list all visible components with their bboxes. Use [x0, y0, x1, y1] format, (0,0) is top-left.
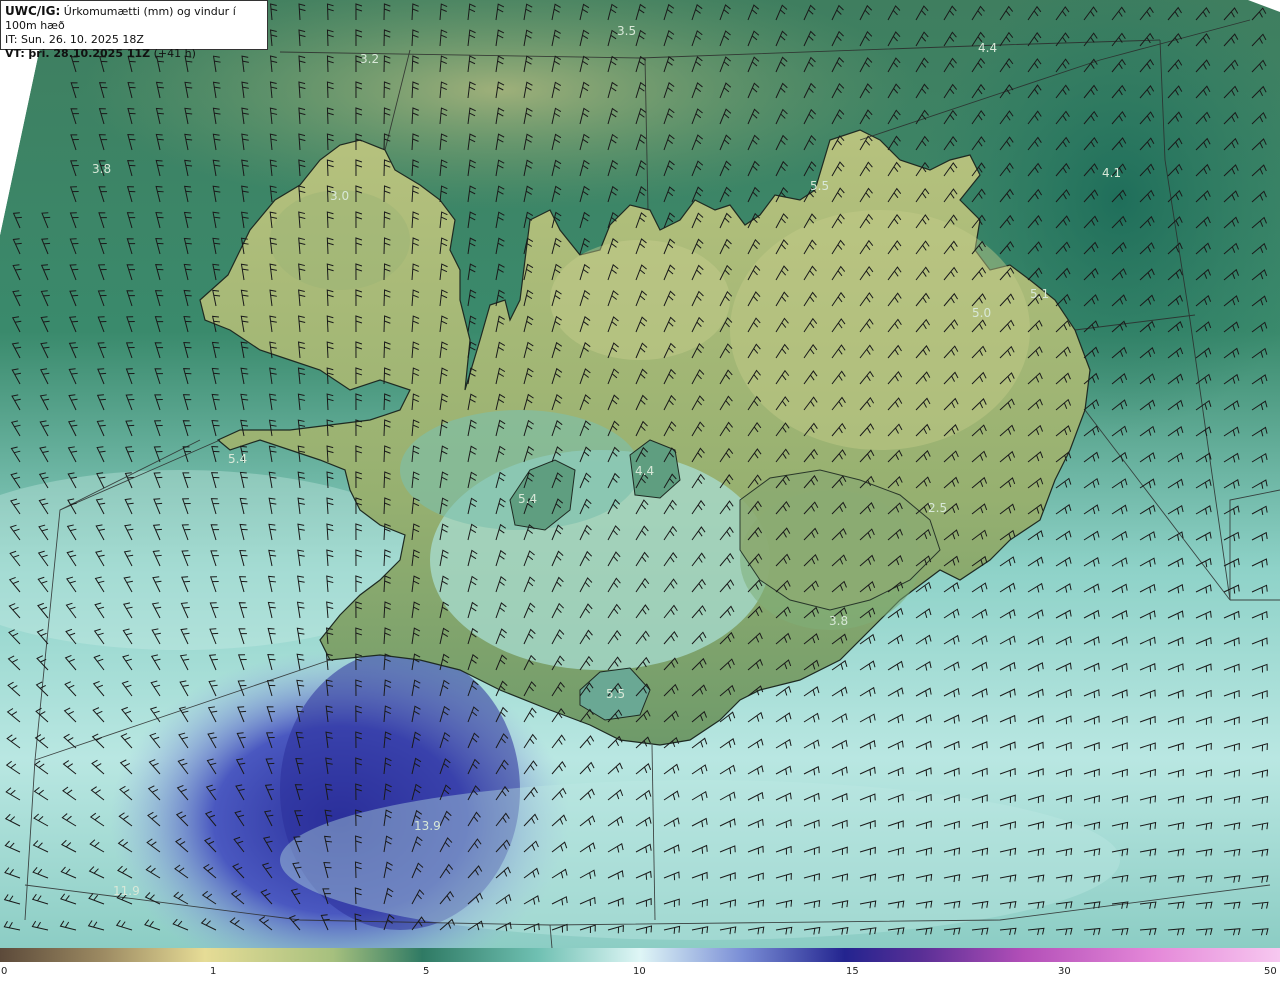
map-label: 3.5 — [617, 24, 636, 38]
colorbar-tick-label: 30 — [1058, 966, 1071, 977]
colorbar-tick-label: 50 — [1264, 966, 1277, 977]
map-label: 4.4 — [978, 41, 997, 55]
valid-time: VT: þri. 28.10.2025 11Z (+41 h) — [5, 47, 196, 60]
initial-time: IT: Sun. 26. 10. 2025 18Z — [5, 33, 144, 46]
map-label: 5.4 — [228, 452, 247, 466]
colorbar-tick-label: 5 — [423, 966, 429, 977]
map-label: 4.1 — [1102, 166, 1121, 180]
map-label: 3.8 — [92, 162, 111, 176]
colorbar-tick-label: 10 — [633, 966, 646, 977]
map-label: 2.5 — [928, 501, 947, 515]
precipitation-colorbar: 0 1 5 10 15 30 50 — [0, 948, 1280, 978]
map-canvas: 3.5 4.4 3.2 3.8 3.0 5.5 4.1 5.1 5.0 5.4 … — [0, 0, 1280, 982]
product-title: UWC/IG: Úrkomumætti (mm) og vindur í 100… — [5, 4, 236, 32]
map-label: 3.2 — [360, 52, 379, 66]
map-label: 5.5 — [810, 179, 829, 193]
map-label: 5.4 — [518, 492, 537, 506]
colorbar-tick-label: 15 — [846, 966, 859, 977]
colorbar-canvas: 0 1 5 10 15 30 50 — [0, 948, 1280, 977]
map-label: 4.4 — [635, 464, 654, 478]
colorbar-tick-label: 1 — [210, 966, 216, 977]
map-label: 5.5 — [606, 687, 625, 701]
colorbar-tick-label: 0 — [1, 966, 7, 977]
forecast-info-box: UWC/IG: Úrkomumætti (mm) og vindur í 100… — [0, 0, 268, 60]
map-label: 5.0 — [972, 306, 991, 320]
map-label: 11.9 — [113, 884, 140, 898]
weather-map[interactable]: 3.5 4.4 3.2 3.8 3.0 5.5 4.1 5.1 5.0 5.4 … — [0, 0, 1280, 982]
map-label: 3.8 — [829, 614, 848, 628]
map-label: 13.9 — [414, 819, 441, 833]
colorbar-gradient — [0, 948, 1280, 962]
map-label: 3.0 — [330, 189, 349, 203]
map-label: 5.1 — [1030, 287, 1049, 301]
